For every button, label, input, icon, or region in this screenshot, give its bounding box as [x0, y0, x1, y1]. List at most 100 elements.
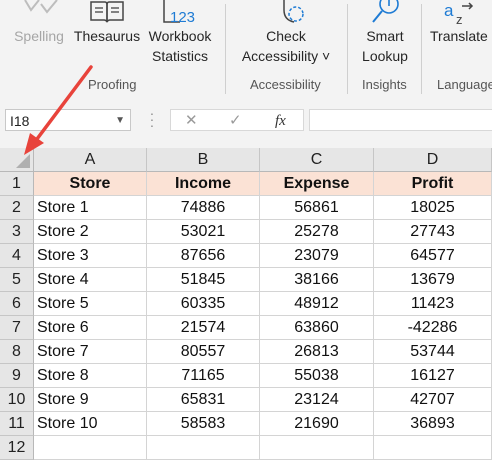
table-cell[interactable]: Store 5 [34, 292, 147, 316]
table-cell[interactable]: 16127 [374, 364, 492, 388]
column-header-d[interactable]: D [374, 148, 492, 172]
table-cell[interactable]: Store 10 [34, 412, 147, 436]
check-accessibility-label-1: Check [266, 28, 306, 44]
table-cell[interactable]: 25278 [260, 220, 374, 244]
header-cell-profit[interactable]: Profit [374, 172, 492, 196]
smart-lookup-icon [372, 0, 399, 23]
row-header-5[interactable]: 5 [0, 268, 34, 292]
translate-label: Translate [430, 28, 488, 44]
table-cell[interactable]: 23079 [260, 244, 374, 268]
table-cell[interactable]: 63860 [260, 316, 374, 340]
table-cell[interactable]: 36893 [374, 412, 492, 436]
table-cell[interactable]: 38166 [260, 268, 374, 292]
table-cell[interactable]: 87656 [147, 244, 260, 268]
table-cell[interactable]: 18025 [374, 196, 492, 220]
table-cell[interactable]: Store 2 [34, 220, 147, 244]
row-header-3[interactable]: 3 [0, 220, 34, 244]
enter-icon[interactable]: ✓ [229, 110, 242, 132]
row-header-6[interactable]: 6 [0, 292, 34, 316]
row-header-10[interactable]: 10 [0, 388, 34, 412]
row-header-12[interactable]: 12 [0, 436, 34, 460]
table-cell[interactable]: 53021 [147, 220, 260, 244]
row-header-7[interactable]: 7 [0, 316, 34, 340]
table-cell[interactable]: 60335 [147, 292, 260, 316]
workbook-statistics-icon-text: 123 [170, 9, 195, 26]
group-separator [421, 4, 422, 94]
drag-handle-icon[interactable]: · · · [149, 106, 155, 132]
svg-text:z: z [456, 12, 463, 26]
header-cell-store[interactable]: Store [34, 172, 147, 196]
insert-function-icon[interactable]: fx [275, 110, 286, 132]
column-header-c[interactable]: C [260, 148, 374, 172]
table-cell[interactable]: 27743 [374, 220, 492, 244]
table-cell[interactable]: 21574 [147, 316, 260, 340]
empty-cell[interactable] [147, 436, 260, 460]
smart-lookup-label-1: Smart [366, 28, 404, 44]
formula-bar: I18 ▼ · · · ✕ ✓ fx [0, 98, 492, 148]
table-cell[interactable]: 74886 [147, 196, 260, 220]
row-header-1[interactable]: 1 [0, 172, 34, 196]
table-cell[interactable]: Store 8 [34, 364, 147, 388]
spelling-button[interactable]: Spelling [10, 0, 68, 46]
table-cell[interactable]: 48912 [260, 292, 374, 316]
table-cell[interactable]: 58583 [147, 412, 260, 436]
proofing-group-label: Proofing [88, 77, 137, 92]
thesaurus-button[interactable]: Thesaurus [72, 0, 142, 46]
select-all-button[interactable] [0, 148, 34, 172]
column-header-b[interactable]: B [147, 148, 260, 172]
translate-button[interactable]: a z Translate [430, 0, 492, 46]
spelling-label: Spelling [14, 28, 64, 44]
row-header-8[interactable]: 8 [0, 340, 34, 364]
chevron-down-icon[interactable]: ▼ [115, 110, 125, 132]
table-cell[interactable]: 51845 [147, 268, 260, 292]
table-cell[interactable]: Store 6 [34, 316, 147, 340]
table-cell[interactable]: 71165 [147, 364, 260, 388]
table-cell[interactable]: 64577 [374, 244, 492, 268]
table-cell[interactable]: 55038 [260, 364, 374, 388]
table-cell[interactable]: 11423 [374, 292, 492, 316]
table-cell[interactable]: 56861 [260, 196, 374, 220]
row-header-11[interactable]: 11 [0, 412, 34, 436]
table-cell[interactable]: 65831 [147, 388, 260, 412]
table-cell[interactable]: Store 1 [34, 196, 147, 220]
formula-input[interactable] [309, 109, 492, 131]
insights-group-label: Insights [362, 77, 407, 92]
smart-lookup-label-2: Lookup [362, 48, 408, 64]
table-cell[interactable]: -42286 [374, 316, 492, 340]
table-cell[interactable]: 80557 [147, 340, 260, 364]
empty-cell[interactable] [260, 436, 374, 460]
check-accessibility-button[interactable]: Check Accessibility ˅ [236, 0, 336, 66]
table-cell[interactable]: Store 7 [34, 340, 147, 364]
table-cell[interactable]: Store 4 [34, 268, 147, 292]
table-cell[interactable]: Store 3 [34, 244, 147, 268]
smart-lookup-button[interactable]: Smart Lookup [355, 0, 415, 66]
workbook-statistics-button[interactable]: 123 Workbook Statistics [144, 0, 216, 66]
table-cell[interactable]: 53744 [374, 340, 492, 364]
formula-controls: ✕ ✓ fx [170, 109, 304, 131]
svg-text:a: a [444, 1, 454, 20]
check-accessibility-label-2: Accessibility ˅ [241, 48, 331, 64]
name-box-value: I18 [10, 113, 30, 129]
empty-cell[interactable] [374, 436, 492, 460]
table-cell[interactable]: 21690 [260, 412, 374, 436]
name-box[interactable]: I18 ▼ [5, 109, 131, 131]
row-header-9[interactable]: 9 [0, 364, 34, 388]
select-all-triangle-icon [16, 154, 30, 168]
accessibility-icon [283, 0, 304, 23]
group-separator [225, 4, 226, 94]
table-cell[interactable]: 23124 [260, 388, 374, 412]
empty-cell[interactable] [34, 436, 147, 460]
language-group-label: Language [437, 77, 492, 92]
header-cell-income[interactable]: Income [147, 172, 260, 196]
row-header-4[interactable]: 4 [0, 244, 34, 268]
table-cell[interactable]: 13679 [374, 268, 492, 292]
table-cell[interactable]: 42707 [374, 388, 492, 412]
column-header-a[interactable]: A [34, 148, 147, 172]
table-cell[interactable]: Store 9 [34, 388, 147, 412]
ribbon: Spelling Thesaurus 123 Workbook Statisti… [0, 0, 492, 99]
row-header-2[interactable]: 2 [0, 196, 34, 220]
table-cell[interactable]: 26813 [260, 340, 374, 364]
header-cell-expense[interactable]: Expense [260, 172, 374, 196]
spelling-icon [24, 0, 58, 14]
cancel-icon[interactable]: ✕ [185, 110, 198, 132]
